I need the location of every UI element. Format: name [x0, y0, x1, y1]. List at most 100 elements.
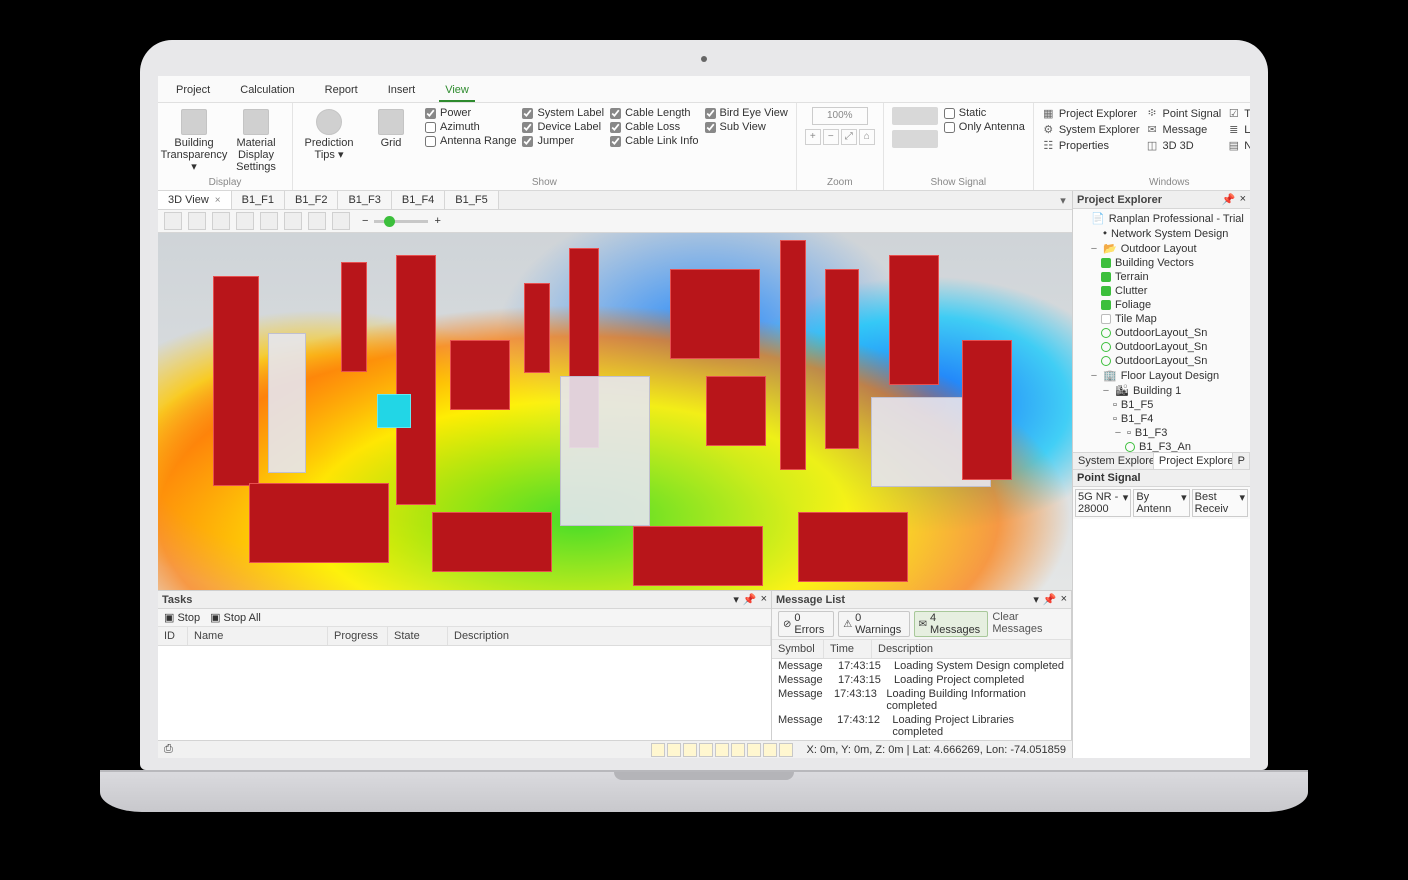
chk-system-label[interactable]: System Label: [522, 107, 604, 119]
chk-static[interactable]: Static: [944, 107, 1025, 119]
menu-project[interactable]: Project: [170, 80, 216, 102]
messages-badge[interactable]: ✉ 4 Messages: [914, 611, 989, 637]
close-icon[interactable]: ×: [761, 593, 767, 606]
points-icon: ፨: [1146, 107, 1159, 120]
stop-button[interactable]: ▣ Stop: [164, 611, 200, 624]
laptop-base: [100, 770, 1308, 812]
close-icon[interactable]: ×: [215, 195, 221, 206]
chk-jumper[interactable]: Jumper: [522, 135, 604, 147]
tab-p[interactable]: P: [1233, 453, 1250, 469]
project-tree[interactable]: 📄 Ranplan Professional - Trial ⬩ Network…: [1073, 209, 1250, 452]
pin-icon[interactable]: 📌: [1222, 193, 1236, 206]
vt-misc-icon[interactable]: [332, 212, 350, 230]
chk-only-antenna[interactable]: Only Antenna: [944, 121, 1025, 133]
tab-b1-f3[interactable]: B1_F3: [338, 191, 391, 209]
win-tasks[interactable]: ☑Tasks: [1227, 107, 1250, 120]
material-display-settings-button[interactable]: Material Display Settings: [228, 107, 284, 175]
win-layers[interactable]: ≣Layers: [1227, 123, 1250, 136]
menu-report[interactable]: Report: [319, 80, 364, 102]
message-row: Message17:43:15Loading Project completed: [772, 673, 1071, 687]
check-icon: ☑: [1227, 107, 1240, 120]
panel-menu-icon[interactable]: ▾: [1033, 593, 1039, 606]
message-row: Message17:43:15Loading System Design com…: [772, 659, 1071, 673]
win-properties[interactable]: ☷Properties: [1042, 139, 1140, 152]
pointsignal-metric-select[interactable]: Best Receiv▾: [1192, 489, 1248, 517]
prediction-tips-button[interactable]: Prediction Tips ▾: [301, 107, 357, 163]
menu-view[interactable]: View: [439, 80, 475, 102]
panel-menu-icon[interactable]: ▾: [733, 593, 739, 606]
menu-insert[interactable]: Insert: [382, 80, 422, 102]
close-icon[interactable]: ×: [1061, 593, 1067, 606]
camera-dot: [701, 56, 707, 62]
zoom-select[interactable]: 100%: [812, 107, 868, 125]
menu-calculation[interactable]: Calculation: [234, 80, 300, 102]
tab-dropdown-icon[interactable]: ▾: [1054, 194, 1072, 207]
sb-icon[interactable]: [747, 743, 761, 757]
chk-cable-length[interactable]: Cable Length: [610, 107, 698, 119]
win-system-explorer[interactable]: ⚙System Explorer: [1042, 123, 1140, 136]
chk-power[interactable]: Power: [425, 107, 516, 119]
pointsignal-band-select[interactable]: 5G NR - 28000▾: [1075, 489, 1131, 517]
vt-walls-icon[interactable]: [284, 212, 302, 230]
ribbon-group-signal: Static Only Antenna Show Signal: [884, 103, 1034, 190]
sb-icon[interactable]: [779, 743, 793, 757]
building-transparency-button[interactable]: Building Transparency ▾: [166, 107, 222, 175]
tab-system-explorer[interactable]: System Explorer: [1073, 453, 1154, 469]
sb-icon[interactable]: [715, 743, 729, 757]
chk-bird-eye[interactable]: Bird Eye View: [705, 107, 788, 119]
ribbon-group-show: Prediction Tips ▾ Grid Power Azimuth Ant…: [293, 103, 797, 190]
warnings-badge[interactable]: ⚠ 0 Warnings: [838, 611, 909, 637]
sb-icon[interactable]: [667, 743, 681, 757]
chk-cable-loss[interactable]: Cable Loss: [610, 121, 698, 133]
close-icon[interactable]: ×: [1240, 193, 1246, 206]
zoom-out-icon[interactable]: −: [823, 129, 839, 145]
pin-icon[interactable]: 📌: [1043, 593, 1057, 606]
pointsignal-by-select[interactable]: By Antenn▾: [1133, 489, 1189, 517]
win-nsd-table[interactable]: ▤NSD Table: [1227, 139, 1250, 152]
tab-b1-f1[interactable]: B1_F1: [232, 191, 285, 209]
vt-lines-icon[interactable]: [260, 212, 278, 230]
vt-box-icon[interactable]: [236, 212, 254, 230]
pin-icon[interactable]: 📌: [743, 593, 757, 606]
sb-icon[interactable]: [731, 743, 745, 757]
errors-badge[interactable]: ⊘ 0 Errors: [778, 611, 834, 637]
vt-select-icon[interactable]: [164, 212, 182, 230]
show-col-2: System Label Device Label Jumper: [522, 107, 604, 147]
tab-b1-f4[interactable]: B1_F4: [392, 191, 445, 209]
3d-viewport[interactable]: [158, 233, 1072, 590]
win-message[interactable]: ✉Message: [1146, 123, 1222, 136]
tab-b1-f5[interactable]: B1_F5: [445, 191, 498, 209]
message-row: Message17:43:13Loading Building Informat…: [772, 687, 1071, 713]
vt-text-icon[interactable]: [308, 212, 326, 230]
chk-antenna-range[interactable]: Antenna Range: [425, 135, 516, 147]
vt-pan-icon[interactable]: [188, 212, 206, 230]
app-window: Project Calculation Report Insert View B…: [158, 76, 1250, 758]
project-explorer-header: Project Explorer 📌×: [1073, 191, 1250, 209]
chk-device-label[interactable]: Device Label: [522, 121, 604, 133]
opacity-slider[interactable]: −+: [362, 215, 441, 227]
win-point-signal[interactable]: ፨Point Signal: [1146, 107, 1222, 120]
viewport-toolbar: −+: [158, 210, 1072, 233]
clear-messages-button[interactable]: Clear Messages: [992, 611, 1065, 637]
tab-b1-f2[interactable]: B1_F2: [285, 191, 338, 209]
status-coords: X: 0m, Y: 0m, Z: 0m | Lat: 4.666269, Lon…: [807, 744, 1066, 756]
zoom-reset-icon[interactable]: ⌂: [859, 129, 875, 145]
vt-move-icon[interactable]: [212, 212, 230, 230]
signal-btn-2[interactable]: [892, 130, 938, 148]
grid-button[interactable]: Grid: [363, 107, 419, 151]
zoom-fit-icon[interactable]: ⤢: [841, 129, 857, 145]
tab-3d-view[interactable]: 3D View×: [158, 191, 232, 209]
stop-all-button[interactable]: ▣ Stop All: [210, 611, 261, 624]
chk-azimuth[interactable]: Azimuth: [425, 121, 516, 133]
sb-icon[interactable]: [763, 743, 777, 757]
signal-btn-1[interactable]: [892, 107, 938, 125]
win-3d[interactable]: ◫3D 3D: [1146, 139, 1222, 152]
tab-project-explorer[interactable]: Project Explorer: [1154, 453, 1233, 469]
sb-icon[interactable]: [699, 743, 713, 757]
win-project-explorer[interactable]: ▦Project Explorer: [1042, 107, 1140, 120]
sb-icon[interactable]: [651, 743, 665, 757]
chk-sub-view[interactable]: Sub View: [705, 121, 788, 133]
chk-cable-link-info[interactable]: Cable Link Info: [610, 135, 698, 147]
sb-icon[interactable]: [683, 743, 697, 757]
zoom-in-icon[interactable]: +: [805, 129, 821, 145]
